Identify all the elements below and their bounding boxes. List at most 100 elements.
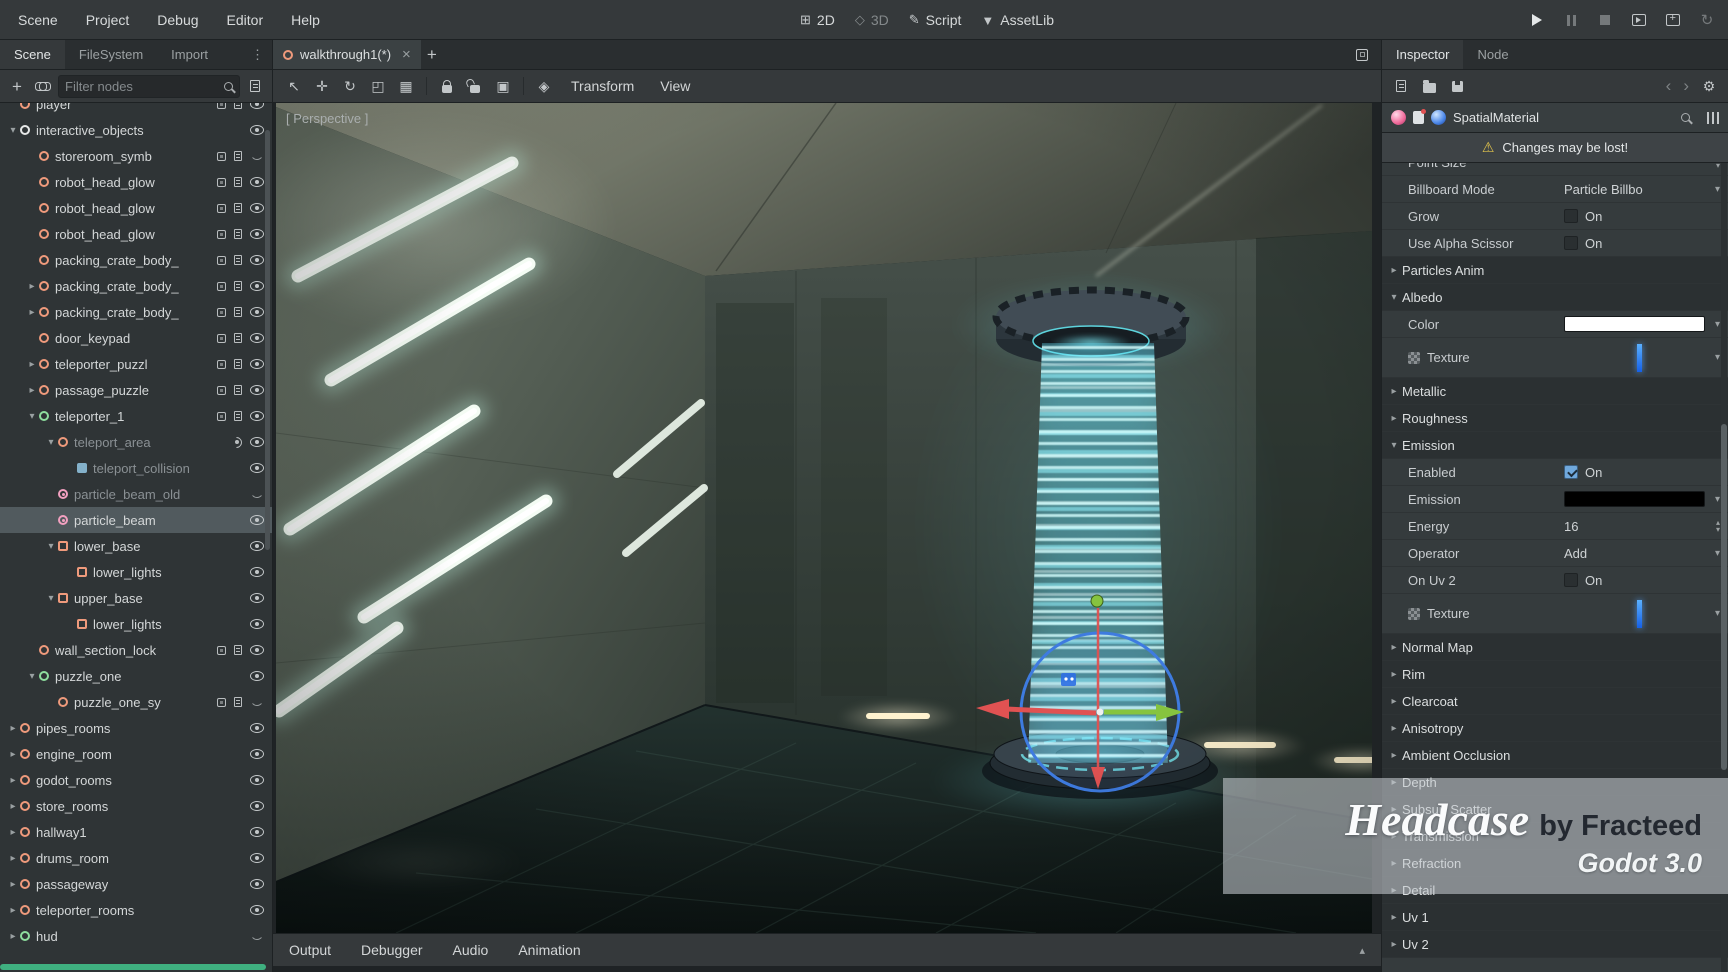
spinner-arrows-icon[interactable]: ▴▾	[1716, 163, 1720, 170]
stop-button[interactable]	[1592, 7, 1618, 33]
visibility-off-icon[interactable]	[250, 490, 264, 498]
tree-node-passageway-30[interactable]: ▸ passageway	[0, 871, 272, 897]
pause-button[interactable]	[1558, 7, 1584, 33]
tab-node[interactable]: Node	[1463, 40, 1522, 69]
filter-nodes-input[interactable]: Filter nodes	[58, 74, 240, 98]
group-icon[interactable]	[217, 281, 226, 291]
visibility-on-icon[interactable]	[250, 385, 264, 395]
resource-warning[interactable]: ⚠ Changes may be lost!	[1382, 133, 1728, 163]
collapse-arrow-icon[interactable]: ▾	[44, 541, 58, 552]
expand-arrow-icon[interactable]: ▸	[6, 905, 20, 916]
visibility-on-icon[interactable]	[250, 905, 264, 915]
play-scene-button[interactable]	[1626, 7, 1652, 33]
rotate-tool-button[interactable]: ↻	[337, 73, 363, 99]
expand-arrow-icon[interactable]: ▸	[6, 749, 20, 760]
tree-node-drums_room-29[interactable]: ▸ drums_room	[0, 845, 272, 871]
visibility-on-icon[interactable]	[250, 827, 264, 837]
update-spinner-button[interactable]: ↻	[1694, 7, 1720, 33]
visibility-off-icon[interactable]	[250, 152, 264, 160]
tree-node-lower_lights-18[interactable]: lower_lights	[0, 559, 272, 585]
script-icon[interactable]	[234, 281, 242, 291]
tree-node-robot_head_glow-5[interactable]: robot_head_glow	[0, 221, 272, 247]
visibility-on-icon[interactable]	[250, 567, 264, 577]
tree-node-passage_puzzle-11[interactable]: ▸ passage_puzzle	[0, 377, 272, 403]
tree-node-storeroom_symb-2[interactable]: storeroom_symb	[0, 143, 272, 169]
menu-help[interactable]: Help	[291, 12, 320, 28]
visibility-on-icon[interactable]	[250, 671, 264, 681]
tree-node-teleporter_rooms-31[interactable]: ▸ teleporter_rooms	[0, 897, 272, 923]
tree-node-teleport_area-13[interactable]: ▾ teleport_area	[0, 429, 272, 455]
collapse-arrow-icon[interactable]: ▾	[6, 125, 20, 136]
expand-bottom-panel-icon[interactable]: ▴	[1359, 944, 1365, 957]
tree-node-lower_lights-20[interactable]: lower_lights	[0, 611, 272, 637]
expand-arrow-icon[interactable]: ▸	[25, 359, 39, 370]
inspector-row-albedo-5[interactable]: ▾ Albedo	[1382, 284, 1728, 311]
group-icon[interactable]	[217, 307, 226, 317]
script-icon[interactable]	[234, 645, 242, 655]
visibility-on-icon[interactable]	[250, 749, 264, 759]
tree-node-teleporter_1-12[interactable]: ▾ teleporter_1	[0, 403, 272, 429]
visibility-on-icon[interactable]	[250, 645, 264, 655]
menu-view[interactable]: View	[648, 78, 702, 94]
3d-viewport[interactable]: [ Perspective ]	[276, 103, 1372, 933]
expand-arrow-icon[interactable]: ▸	[6, 853, 20, 864]
property-value[interactable]: ▾	[1564, 594, 1720, 633]
menu-project[interactable]: Project	[86, 12, 130, 28]
expand-arrow-icon[interactable]: ▸	[25, 385, 39, 396]
spinner-arrows-icon[interactable]: ▴▾	[1716, 519, 1720, 534]
property-value[interactable]: On	[1564, 203, 1720, 229]
dock-menu-icon[interactable]: ⋮	[243, 40, 272, 69]
edit-filters-icon[interactable]	[1707, 111, 1709, 124]
group-icon[interactable]	[217, 411, 226, 421]
chevron-down-icon[interactable]: ▾	[1715, 608, 1720, 619]
property-value[interactable]: Particle Billbo ▾	[1564, 176, 1720, 202]
save-resource-button[interactable]	[1446, 74, 1468, 98]
script-icon[interactable]	[234, 177, 242, 187]
tree-node-hallway1-28[interactable]: ▸ hallway1	[0, 819, 272, 845]
visibility-on-icon[interactable]	[250, 515, 264, 525]
object-tools-button[interactable]: ⚙	[1698, 74, 1720, 98]
add-node-button[interactable]: +	[6, 74, 28, 98]
visibility-off-icon[interactable]	[250, 932, 264, 940]
property-value[interactable]: On	[1564, 567, 1720, 593]
property-value[interactable]: ▾	[1564, 338, 1720, 377]
tree-node-teleport_collision-14[interactable]: teleport_collision	[0, 455, 272, 481]
visibility-on-icon[interactable]	[250, 593, 264, 603]
script-icon[interactable]	[234, 255, 242, 265]
expand-arrow-icon[interactable]: ▸	[25, 281, 39, 292]
play-button[interactable]	[1524, 7, 1550, 33]
visibility-on-icon[interactable]	[250, 333, 264, 343]
collapse-arrow-icon[interactable]: ▾	[25, 671, 39, 682]
tree-node-wall_section_lock-21[interactable]: wall_section_lock	[0, 637, 272, 663]
group-icon[interactable]	[217, 255, 226, 265]
menu-editor[interactable]: Editor	[227, 12, 264, 28]
inspector-row-uv-1-27[interactable]: ▸ Uv 1	[1382, 904, 1728, 931]
visibility-on-icon[interactable]	[250, 125, 264, 135]
texture-thumbnail[interactable]	[1636, 599, 1642, 628]
inspector-row-ambient-occlusion-21[interactable]: ▸ Ambient Occlusion	[1382, 742, 1728, 769]
group-icon[interactable]	[217, 645, 226, 655]
list-select-tool-button[interactable]: ▦	[393, 73, 419, 99]
property-value[interactable]: On	[1564, 230, 1720, 256]
tree-node-lower_base-17[interactable]: ▾ lower_base	[0, 533, 272, 559]
tree-node-puzzle_one_sy-23[interactable]: puzzle_one_sy	[0, 689, 272, 715]
bottom-tab-output[interactable]: Output	[289, 942, 331, 958]
checkbox[interactable]	[1564, 465, 1578, 479]
script-icon[interactable]	[234, 333, 242, 343]
script-icon[interactable]	[234, 229, 242, 239]
tree-scrollbar-vertical[interactable]	[265, 130, 270, 550]
bottom-tab-debugger[interactable]: Debugger	[361, 942, 423, 958]
play-custom-scene-button[interactable]	[1660, 7, 1686, 33]
property-value[interactable]: ▾	[1564, 486, 1720, 512]
tree-node-hud-32[interactable]: ▸ hud	[0, 923, 272, 949]
inspector-row-particles-anim-4[interactable]: ▸ Particles Anim	[1382, 257, 1728, 284]
bottom-tab-audio[interactable]: Audio	[453, 942, 489, 958]
new-resource-button[interactable]	[1390, 74, 1412, 98]
distraction-free-button[interactable]	[1351, 43, 1373, 67]
group-icon[interactable]	[217, 333, 226, 343]
visibility-on-icon[interactable]	[250, 619, 264, 629]
lock-tool-button[interactable]	[434, 73, 460, 99]
edited-resource-row[interactable]: SpatialMaterial	[1382, 103, 1728, 133]
group-icon[interactable]	[217, 697, 226, 707]
tree-node-player-0[interactable]: player	[0, 103, 272, 117]
